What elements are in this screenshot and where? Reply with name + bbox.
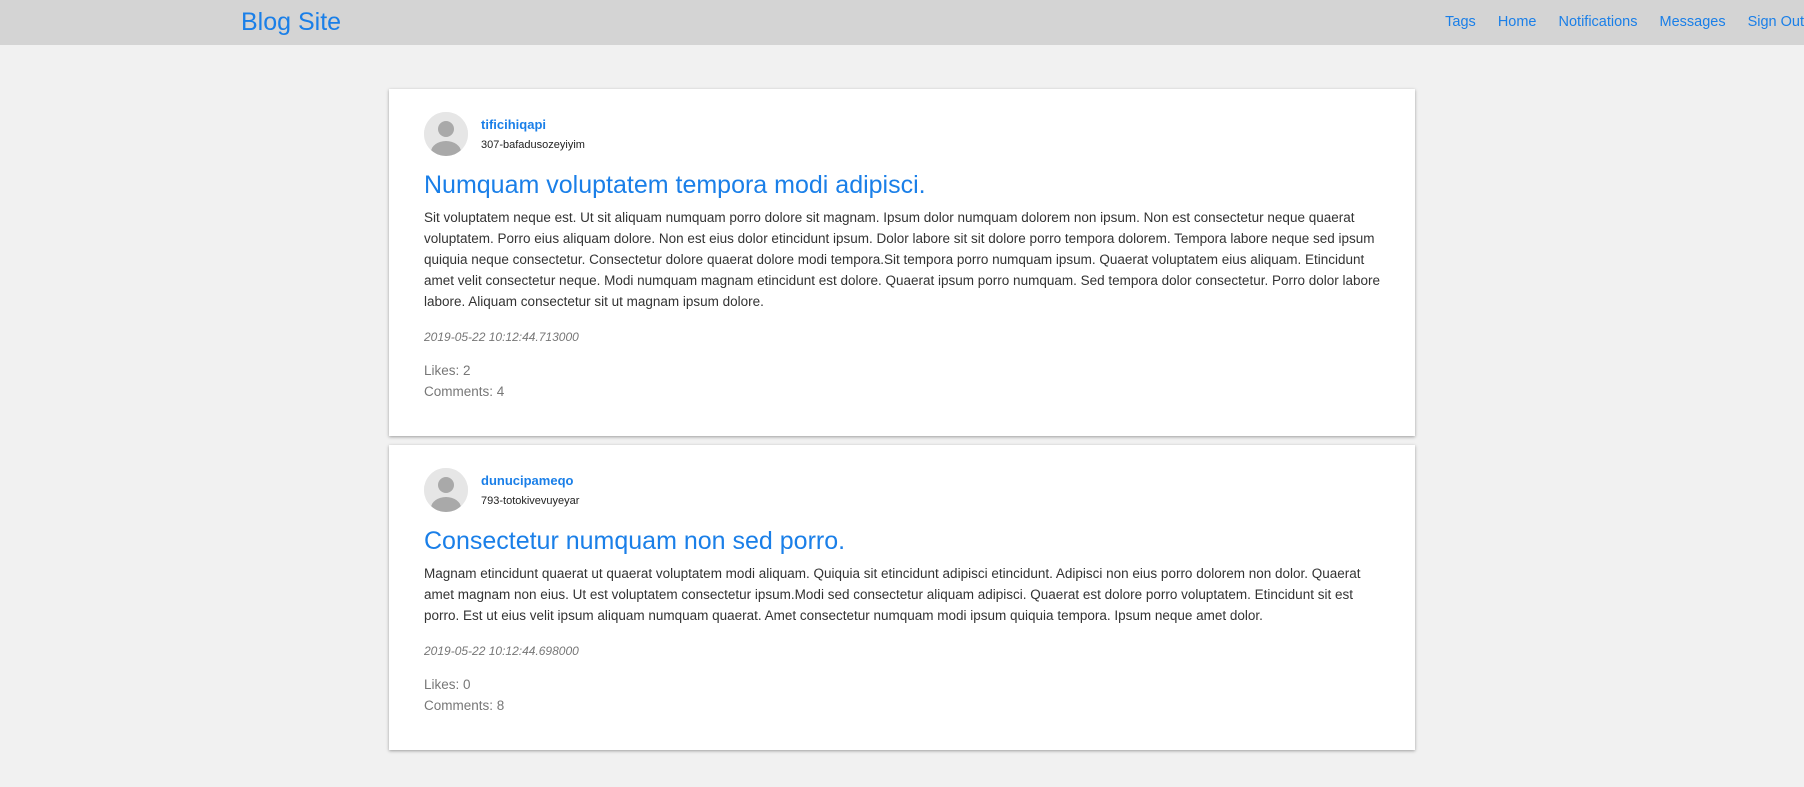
author-handle: 307-bafadusozeyiyim [481,138,585,151]
author-name-link[interactable]: tificihiqapi [481,116,585,134]
post-comments: Comments: 4 [424,384,505,399]
author-meta: tificihiqapi 307-bafadusozeyiyim [481,116,585,153]
author-name-link[interactable]: dunucipameqo [481,472,579,490]
post-stats: Likes: 0 Comments: 8 [424,674,1380,716]
post-author-row: dunucipameqo 793-totokivevuyeyar [424,468,1380,512]
avatar[interactable] [424,468,468,512]
post-likes: Likes: 0 [424,677,471,692]
post-author-row: tificihiqapi 307-bafadusozeyiyim [424,112,1380,156]
nav-links: Tags Home Notifications Messages Sign Ou… [1423,14,1804,30]
author-meta: dunucipameqo 793-totokivevuyeyar [481,472,579,509]
post-body: Magnam etincidunt quaerat ut quaerat vol… [424,566,1361,623]
post-card: tificihiqapi 307-bafadusozeyiyim Numquam… [389,89,1415,436]
post-stats: Likes: 2 Comments: 4 [424,360,1380,402]
top-navbar: Blog Site Tags Home Notifications Messag… [0,0,1804,45]
avatar[interactable] [424,112,468,156]
nav-link-sign-out[interactable]: Sign Out [1748,14,1804,30]
author-handle: 793-totokivevuyeyar [481,494,580,507]
user-icon [424,112,468,156]
post-likes: Likes: 2 [424,363,471,378]
post-card: dunucipameqo 793-totokivevuyeyar Consect… [389,445,1415,750]
post-title-link[interactable]: Consectetur numquam non sed porro. [424,525,1380,557]
post-body: Sit voluptatem neque est. Ut sit aliquam… [424,210,1381,309]
post-date: 2019-05-22 10:12:44.713000 [424,330,579,344]
post-feed: tificihiqapi 307-bafadusozeyiyim Numquam… [389,89,1415,759]
nav-link-notifications[interactable]: Notifications [1559,14,1638,30]
nav-link-messages[interactable]: Messages [1659,14,1725,30]
post-comments: Comments: 8 [424,698,505,713]
brand-link[interactable]: Blog Site [241,8,341,37]
nav-link-tags[interactable]: Tags [1445,14,1476,30]
post-title-link[interactable]: Numquam voluptatem tempora modi adipisci… [424,169,1380,201]
user-icon [424,468,468,512]
nav-link-home[interactable]: Home [1498,14,1537,30]
post-date: 2019-05-22 10:12:44.698000 [424,644,579,658]
